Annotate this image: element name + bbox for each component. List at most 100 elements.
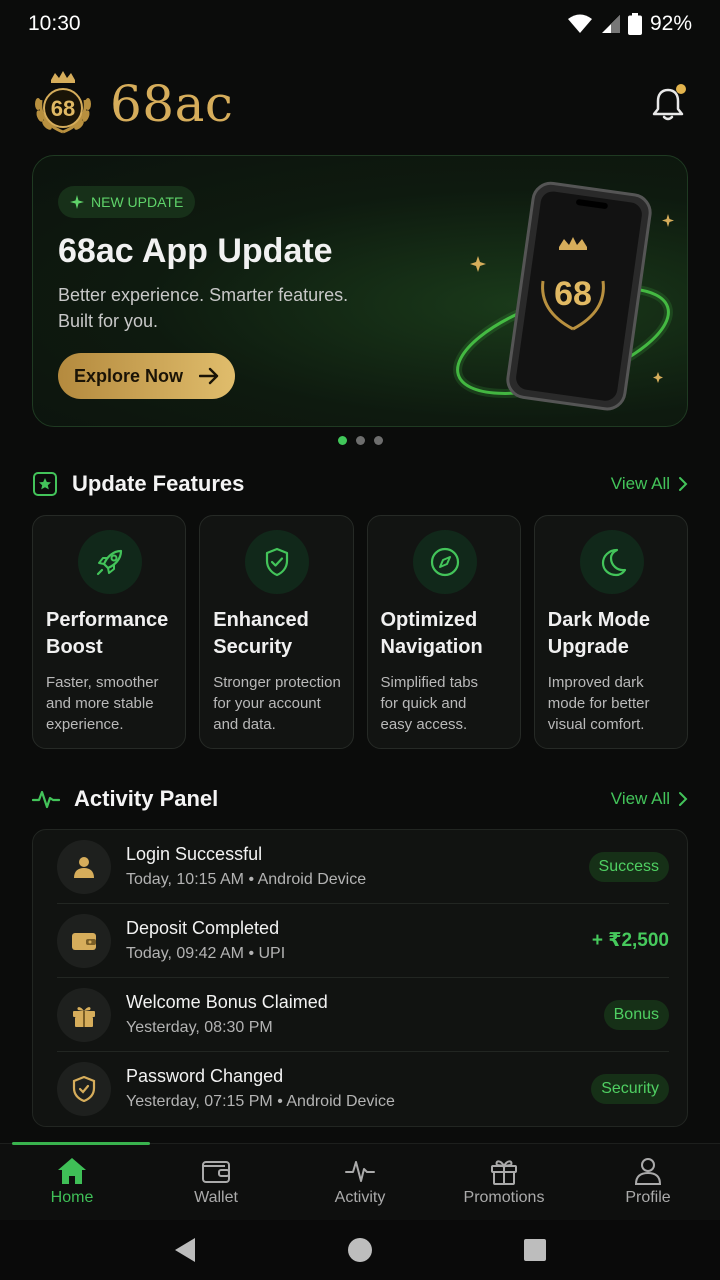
status-badge: Bonus xyxy=(603,999,669,1030)
gift-icon xyxy=(491,1160,517,1185)
activity-item-login[interactable]: Login Successful Today, 10:15 AM • Andro… xyxy=(57,830,669,904)
carousel-dot-1[interactable] xyxy=(337,436,347,445)
activity-text: Login Successful Today, 10:15 AM • Andro… xyxy=(126,842,589,892)
activity-title-text: Activity Panel xyxy=(74,786,219,811)
activity-item-password[interactable]: Password Changed Yesterday, 07:15 PM • A… xyxy=(57,1052,669,1126)
feature-card-navigation[interactable]: Optimized Navigation Simplified tabs for… xyxy=(366,515,521,749)
features-view-all-link[interactable]: View All xyxy=(611,474,688,494)
carousel-dot-3[interactable] xyxy=(373,436,383,445)
activity-view-all-label: View All xyxy=(610,789,670,808)
nav-home[interactable]: Home xyxy=(0,1144,144,1220)
activity-meta: Today, 09:42 AM • UPI xyxy=(126,944,286,962)
feature-card-security[interactable]: Enhanced Security Stronger protection fo… xyxy=(199,515,354,749)
pulse-icon xyxy=(32,790,60,809)
home-circle-icon[interactable] xyxy=(347,1237,373,1263)
activity-view-all-link[interactable]: View All xyxy=(611,789,688,809)
feature-desc-line1: Stronger protection xyxy=(213,674,341,691)
new-update-badge: NEW UPDATE xyxy=(58,186,196,218)
status-bar: 10:30 92% xyxy=(0,0,720,48)
feature-desc-line2: for your account xyxy=(213,695,321,712)
status-badge: Security xyxy=(591,1074,669,1104)
deposit-amount: + ₹2,500 xyxy=(591,930,669,951)
feature-title: Performance Boost xyxy=(46,607,186,661)
activity-header: Activity Panel View All xyxy=(32,782,688,816)
hero-title: 68ac App Update xyxy=(58,232,333,270)
feature-desc-line1: Faster, smoother xyxy=(46,674,159,691)
explore-now-label: Explore Now xyxy=(73,365,184,386)
brand-logo-text: 68 xyxy=(51,96,75,121)
activity-title: Welcome Bonus Claimed xyxy=(126,991,328,1012)
app-header: 68 68ac xyxy=(32,66,688,142)
feature-title-line1: Performance xyxy=(46,609,169,631)
activity-meta: Today, 10:15 AM • Android Device xyxy=(126,870,367,888)
features-header: Update Features View All xyxy=(32,467,688,501)
user-icon xyxy=(74,856,94,878)
nav-wallet[interactable]: Wallet xyxy=(144,1144,288,1220)
notification-dot xyxy=(676,84,686,94)
nav-label: Promotions xyxy=(463,1189,545,1206)
feature-desc-line2: mode for better xyxy=(547,695,650,712)
brand[interactable]: 68 68ac xyxy=(32,70,233,138)
rocket-icon xyxy=(96,549,123,576)
hero-subtitle-line1: Better experience. Smarter features. xyxy=(58,285,349,305)
system-navigation-bar xyxy=(0,1220,720,1280)
nav-label: Home xyxy=(50,1189,94,1206)
feature-description: Stronger protection for your account and… xyxy=(213,672,353,735)
status-icons: 92% xyxy=(567,12,692,36)
carousel-indicator[interactable] xyxy=(0,436,720,445)
chevron-right-icon xyxy=(679,477,688,491)
phone-logo-text: 68 xyxy=(554,275,592,313)
feature-desc-line1: Simplified tabs xyxy=(380,674,479,691)
wifi-icon xyxy=(567,14,592,33)
nav-active-indicator xyxy=(12,1142,150,1145)
hero-banner[interactable]: NEW UPDATE 68ac App Update Better experi… xyxy=(32,155,688,427)
brand-logo-icon: 68 xyxy=(35,71,91,134)
activity-item-bonus[interactable]: Welcome Bonus Claimed Yesterday, 08:30 P… xyxy=(57,978,669,1052)
feature-title: Enhanced Security xyxy=(213,607,353,661)
brand-name: 68ac xyxy=(110,75,234,133)
notification-button[interactable] xyxy=(648,84,688,124)
activity-icon-wrap xyxy=(57,987,111,1042)
nav-promotions[interactable]: Promotions xyxy=(432,1144,576,1220)
gift-icon xyxy=(73,1006,95,1027)
activity-meta: Yesterday, 08:30 PM xyxy=(126,1018,273,1036)
feature-card-dark-mode[interactable]: Dark Mode Upgrade Improved dark mode for… xyxy=(533,515,688,749)
carousel-dot-2[interactable] xyxy=(355,436,365,445)
nav-label: Profile xyxy=(625,1189,671,1206)
nav-activity[interactable]: Activity xyxy=(288,1144,432,1220)
activity-list: Login Successful Today, 10:15 AM • Andro… xyxy=(32,829,688,1127)
back-icon[interactable] xyxy=(173,1237,197,1263)
feature-desc-line2: and more stable xyxy=(46,695,154,712)
battery-percent: 92% xyxy=(649,12,692,35)
home-icon xyxy=(58,1158,86,1184)
status-time: 10:30 xyxy=(28,12,81,35)
feature-cards: Performance Boost Faster, smoother and m… xyxy=(32,515,688,749)
activity-item-deposit[interactable]: Deposit Completed Today, 09:42 AM • UPI … xyxy=(57,904,669,978)
hero-subtitle-line2: Built for you. xyxy=(58,311,159,331)
recents-icon[interactable] xyxy=(523,1238,547,1262)
feature-title: Optimized Navigation xyxy=(381,607,521,661)
explore-now-button[interactable]: Explore Now xyxy=(58,353,235,399)
bottom-navigation: Home Wallet Activity Promotions Profile xyxy=(0,1142,720,1220)
feature-icon-wrap xyxy=(579,530,644,594)
activity-icon-wrap xyxy=(57,839,111,894)
activity-title: Password Changed xyxy=(126,1066,284,1086)
feature-desc-line3: visual comfort. xyxy=(547,716,645,733)
feature-card-performance[interactable]: Performance Boost Faster, smoother and m… xyxy=(32,515,187,749)
feature-title-line2: Boost xyxy=(46,636,103,658)
features-title: Update Features xyxy=(32,471,244,497)
feature-desc-line3: experience. xyxy=(46,716,124,733)
features-title-text: Update Features xyxy=(72,471,245,496)
features-view-all-label: View All xyxy=(610,474,670,493)
wallet-icon xyxy=(202,1161,230,1183)
feature-description: Simplified tabs for quick and easy acces… xyxy=(381,672,521,735)
battery-icon xyxy=(627,13,642,35)
compass-icon xyxy=(430,547,459,577)
feature-title: Dark Mode Upgrade xyxy=(548,607,688,661)
arrow-right-icon xyxy=(199,367,219,385)
star-badge-icon xyxy=(33,472,57,496)
nav-profile[interactable]: Profile xyxy=(576,1144,720,1220)
feature-desc-line1: Improved dark xyxy=(547,674,644,691)
activity-title: Activity Panel xyxy=(32,786,218,812)
feature-title-line1: Enhanced xyxy=(213,609,309,631)
